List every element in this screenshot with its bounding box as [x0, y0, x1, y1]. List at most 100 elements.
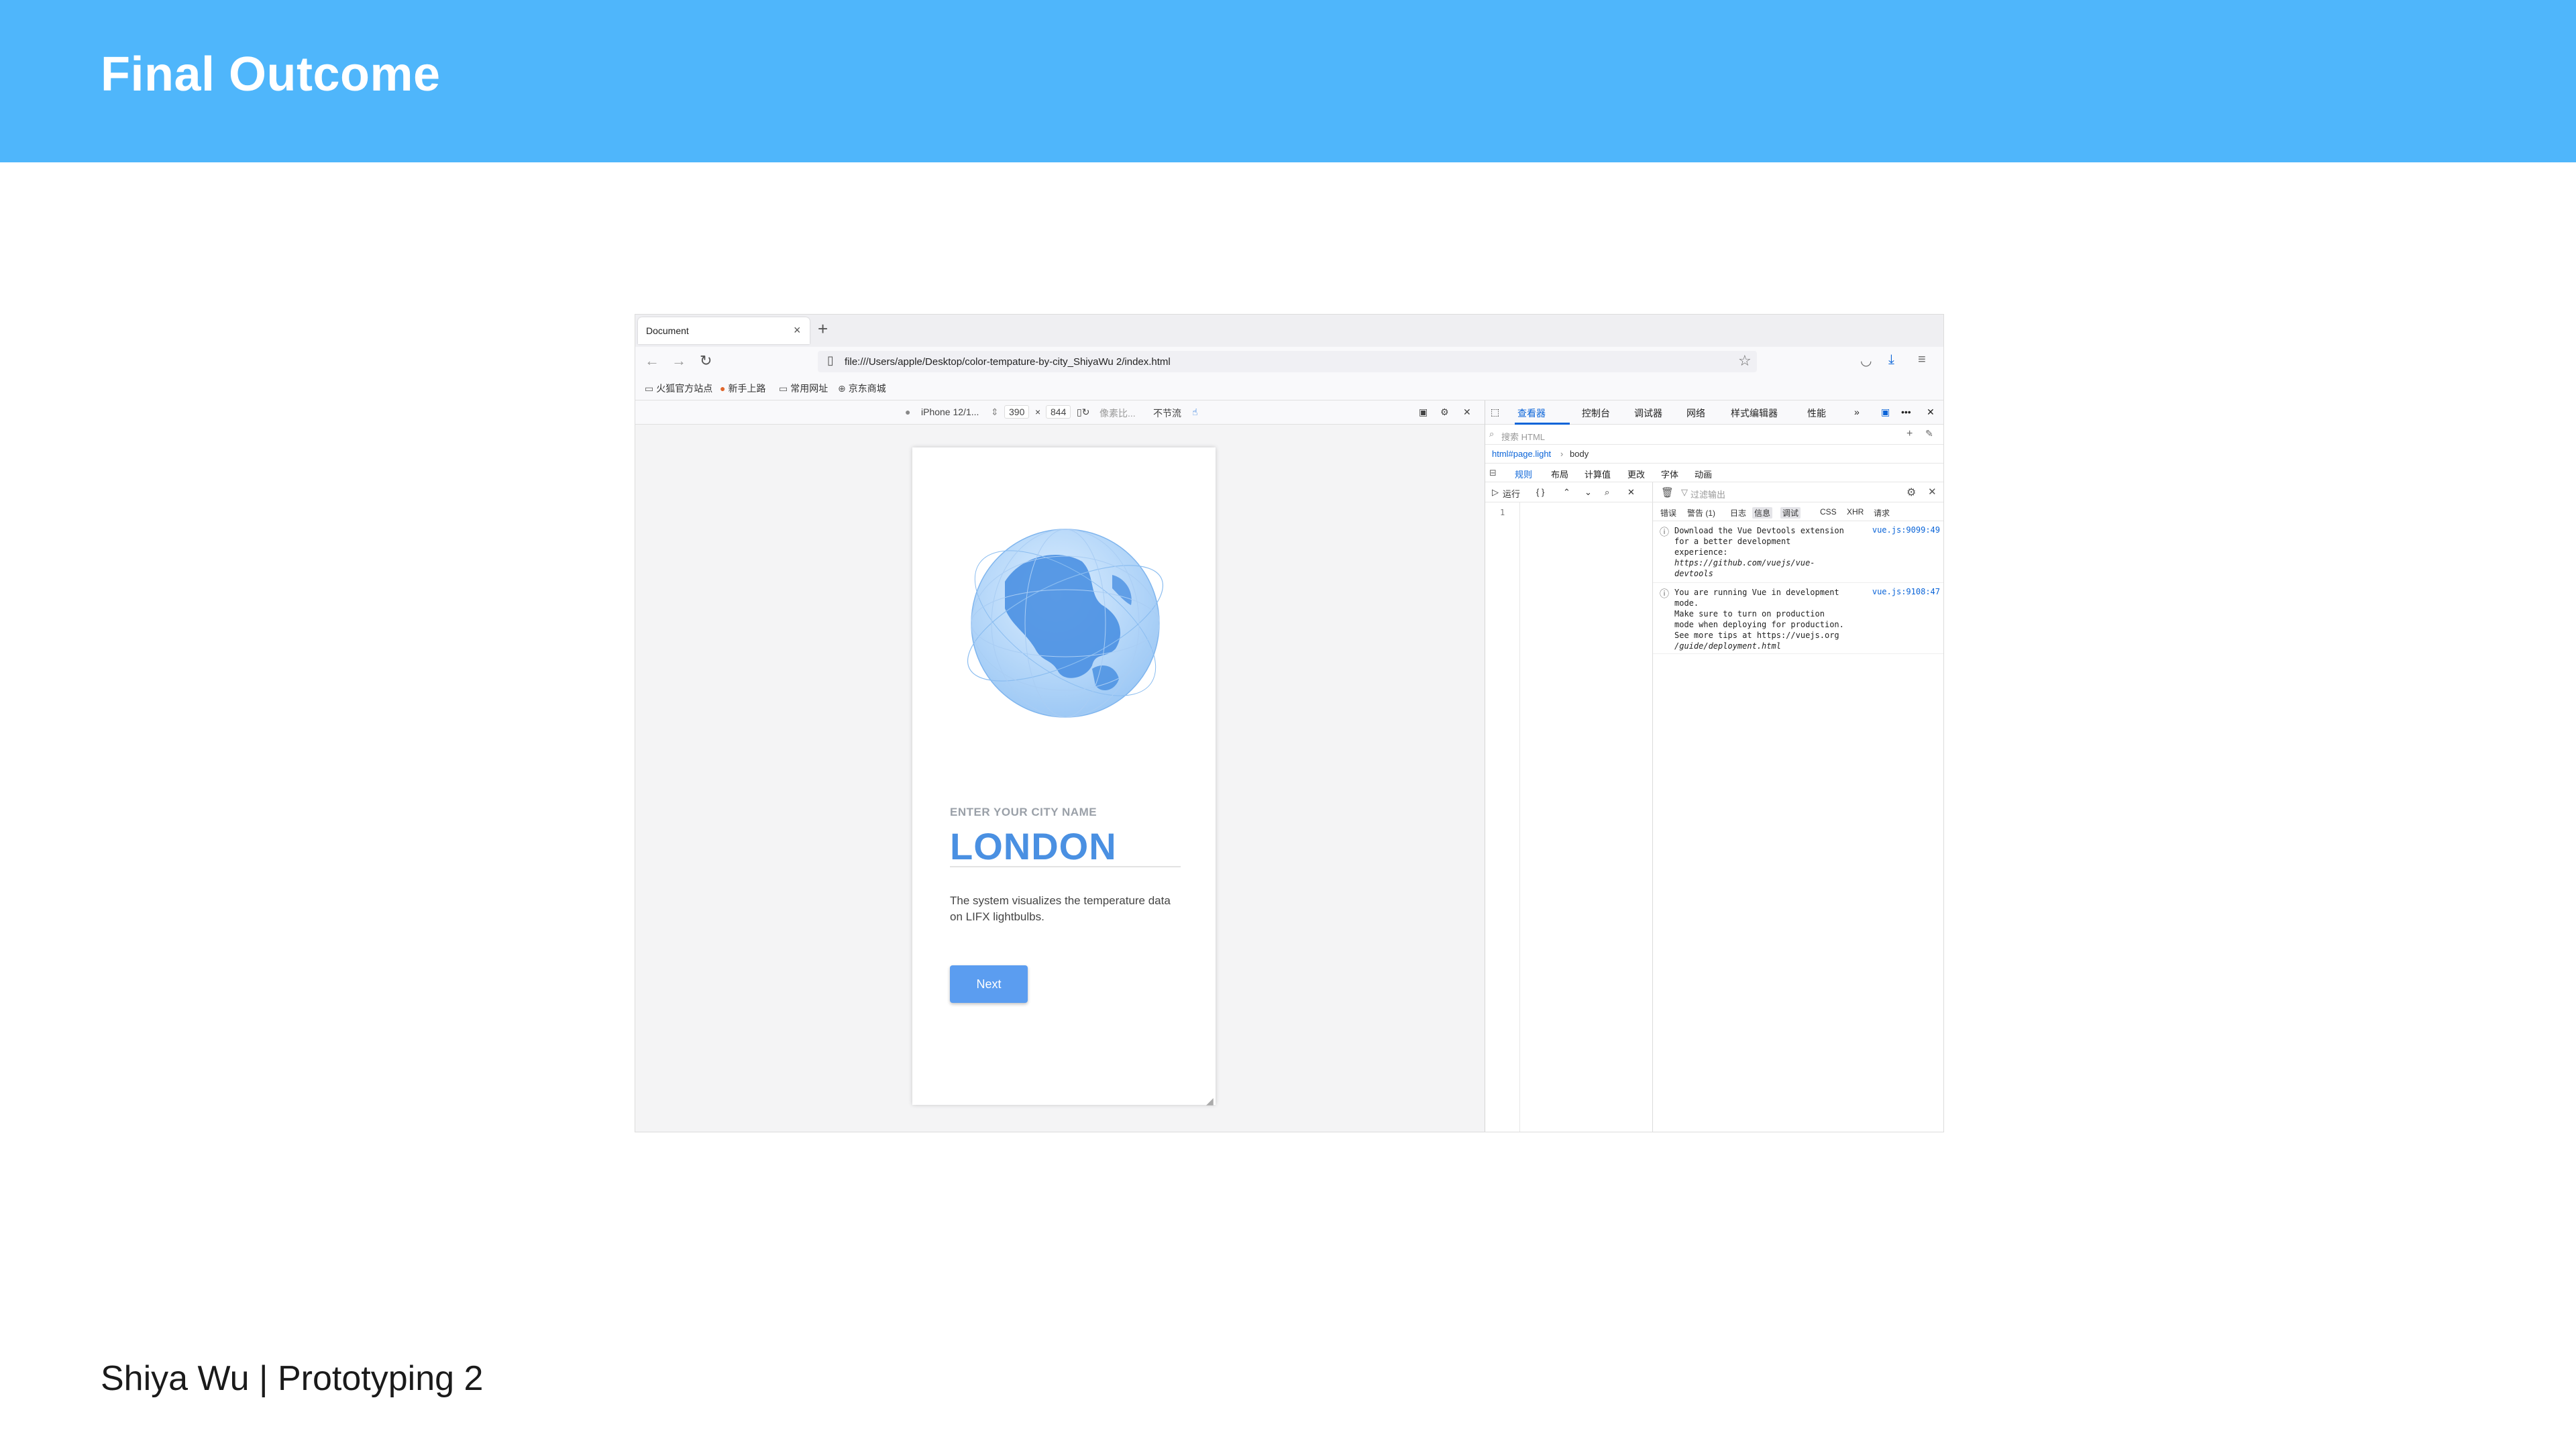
dpr-select[interactable]: 像素比...	[1099, 407, 1136, 420]
star-icon[interactable]: ☆	[1738, 352, 1752, 370]
subtab-layout[interactable]: 布局	[1551, 468, 1568, 480]
dock-icon[interactable]: ▣	[1881, 407, 1890, 418]
city-input[interactable]: LONDON	[950, 824, 1117, 868]
slide-title: Final Outcome	[101, 48, 441, 101]
run-button[interactable]: 运行	[1503, 487, 1520, 500]
subtab-rules[interactable]: 规则	[1515, 468, 1532, 480]
slide-footer: Shiya Wu | Prototyping 2	[101, 1359, 484, 1398]
html-search-input[interactable]: 搜索 HTML	[1501, 430, 1545, 443]
pocket-icon[interactable]: ◡	[1860, 352, 1872, 369]
close-icon[interactable]: ✕	[1928, 486, 1937, 498]
devtools-close-icon[interactable]: ✕	[1927, 407, 1935, 418]
screenshot-icon[interactable]: ▣	[1419, 407, 1428, 418]
breadcrumb-item[interactable]: html#page.light	[1492, 449, 1551, 459]
level-errors[interactable]: 错误	[1658, 507, 1678, 519]
close-icon[interactable]: ✕	[1627, 487, 1635, 498]
tab-strip: Document × +	[635, 315, 1943, 347]
console-editor[interactable]: ▷ 运行 { } ⌃ ⌄ ⌕ ✕ 1	[1485, 482, 1653, 1132]
breadcrumb-separator: ›	[1560, 449, 1564, 459]
responsive-toolbar: ● iPhone 12/1... ⇕ 390 × 844 ▯↻ 像素比... 不…	[635, 400, 1485, 425]
console-toolbar: 🗑 ▽ 过滤输出 ⚙ ✕	[1653, 482, 1943, 502]
subtab-changes[interactable]: 更改	[1627, 468, 1645, 480]
device-select[interactable]: iPhone 12/1...	[921, 407, 979, 417]
throttle-select[interactable]: 不节流	[1153, 407, 1181, 420]
device-icon: ●	[905, 407, 911, 417]
tab-network[interactable]: 网络	[1686, 407, 1705, 420]
level-logs[interactable]: 日志	[1728, 507, 1748, 519]
html-search-bar[interactable]: ⌕ 搜索 HTML + ✎	[1485, 425, 1943, 445]
folder-icon: ▭	[645, 382, 654, 394]
nav-bar: ← → ↻ ▯ file:///Users/apple/Desktop/colo…	[635, 347, 1943, 376]
tab-performance[interactable]: 性能	[1807, 407, 1826, 420]
console-output: 🗑 ▽ 过滤输出 ⚙ ✕ 错误 警告 (1) 日志 信息 调试 CSS XHR	[1653, 482, 1943, 1132]
height-input[interactable]: 844	[1046, 405, 1071, 419]
tab-inspector[interactable]: 查看器	[1517, 407, 1546, 420]
reload-icon[interactable]: ↻	[700, 352, 712, 370]
forward-arrow-icon[interactable]: →	[672, 352, 686, 370]
tab-style-editor[interactable]: 样式编辑器	[1731, 407, 1778, 420]
next-button[interactable]: Next	[950, 965, 1028, 1003]
search-icon[interactable]: ⌕	[1605, 487, 1609, 498]
bookmark-item[interactable]: ● 新手上路	[720, 382, 765, 395]
bookmark-item[interactable]: ▭ 火狐官方站点	[645, 382, 712, 395]
console-message: ⓘ Download the Vue Devtools extension fo…	[1653, 523, 1943, 583]
bookmark-item[interactable]: ▭ 常用网址	[779, 382, 828, 395]
tab-debugger[interactable]: 调试器	[1634, 407, 1662, 420]
browser-tab[interactable]: Document ×	[638, 317, 810, 344]
url-bar[interactable]: ▯ file:///Users/apple/Desktop/color-temp…	[818, 351, 1757, 372]
tab-close-icon[interactable]: ×	[794, 323, 801, 337]
source-link[interactable]: vue.js:9099:49	[1872, 525, 1940, 535]
level-requests[interactable]: 请求	[1872, 507, 1892, 519]
globe-illustration	[967, 529, 1164, 718]
level-css[interactable]: CSS	[1818, 507, 1839, 517]
trash-icon[interactable]: 🗑	[1661, 486, 1674, 498]
run-icon[interactable]: ▷	[1492, 487, 1499, 498]
rotate-icon[interactable]: ▯↻	[1077, 407, 1089, 418]
download-icon[interactable]: ⤓	[1888, 352, 1894, 368]
bookmarks-bar: ▭ 火狐官方站点 ● 新手上路 ▭ 常用网址 ⊕ 京东商城	[635, 376, 1943, 400]
filter-icon: ▽	[1681, 487, 1688, 497]
menu-icon[interactable]: ≡	[1918, 352, 1926, 368]
overflow-icon[interactable]: »	[1854, 407, 1860, 417]
subtab-animations[interactable]: 动画	[1695, 468, 1712, 480]
breadcrumb-item[interactable]: body	[1570, 449, 1589, 459]
touch-icon[interactable]: ☝	[1192, 407, 1198, 418]
search-icon: ⌕	[1489, 429, 1495, 439]
source-link[interactable]: vue.js:9108:47	[1872, 587, 1940, 596]
level-info[interactable]: 信息	[1752, 507, 1773, 519]
history-up-icon[interactable]: ⌃	[1563, 487, 1570, 498]
picker-icon[interactable]: ⬚	[1491, 407, 1499, 418]
console-message: ⓘ You are running Vue in development mod…	[1653, 584, 1943, 654]
level-debug[interactable]: 调试	[1780, 507, 1801, 519]
pretty-print-button[interactable]: { }	[1536, 487, 1544, 497]
width-input[interactable]: 390	[1004, 405, 1030, 419]
subtab-computed[interactable]: 计算值	[1585, 468, 1611, 480]
eyedropper-icon[interactable]: ✎	[1925, 428, 1933, 439]
devtools-tabs: ⬚ 查看器 控制台 调试器 网络 样式编辑器 性能 » ▣ ••• ✕	[1485, 400, 1943, 425]
bookmark-item[interactable]: ⊕ 京东商城	[838, 382, 886, 395]
panel-toggle-icon[interactable]: ⊟	[1489, 468, 1497, 478]
phone-screen: ENTER YOUR CITY NAME LONDON The system v…	[912, 447, 1216, 1107]
select-arrow-icon: ⇕	[991, 407, 999, 417]
line-gutter: 1	[1485, 502, 1520, 1132]
page-icon: ▯	[827, 354, 834, 367]
filter-input[interactable]: 过滤输出	[1690, 488, 1725, 500]
times-sign: ×	[1035, 407, 1041, 417]
tab-console[interactable]: 控制台	[1582, 407, 1610, 420]
add-node-icon[interactable]: +	[1907, 428, 1913, 440]
settings-icon[interactable]: ⚙	[1440, 407, 1449, 418]
back-arrow-icon[interactable]: ←	[645, 352, 659, 370]
level-warnings[interactable]: 警告 (1)	[1685, 507, 1717, 519]
resize-handle-icon[interactable]: ◢	[1206, 1095, 1214, 1107]
history-down-icon[interactable]: ⌄	[1585, 487, 1592, 498]
subtab-fonts[interactable]: 字体	[1661, 468, 1678, 480]
url-text: file:///Users/apple/Desktop/color-tempat…	[845, 356, 1171, 368]
new-tab-button[interactable]: +	[818, 319, 828, 339]
description-text: The system visualizes the temperature da…	[950, 894, 1171, 923]
more-icon[interactable]: •••	[1901, 407, 1911, 417]
level-xhr[interactable]: XHR	[1845, 507, 1866, 517]
close-icon[interactable]: ✕	[1463, 407, 1471, 418]
settings-icon[interactable]: ⚙	[1907, 486, 1916, 499]
split-console: ▷ 运行 { } ⌃ ⌄ ⌕ ✕ 1 🗑 ▽ 过滤输出 ⚙ ✕ 错误 警告 (1…	[1485, 482, 1943, 1132]
breadcrumb: html#page.light › body	[1485, 445, 1943, 464]
